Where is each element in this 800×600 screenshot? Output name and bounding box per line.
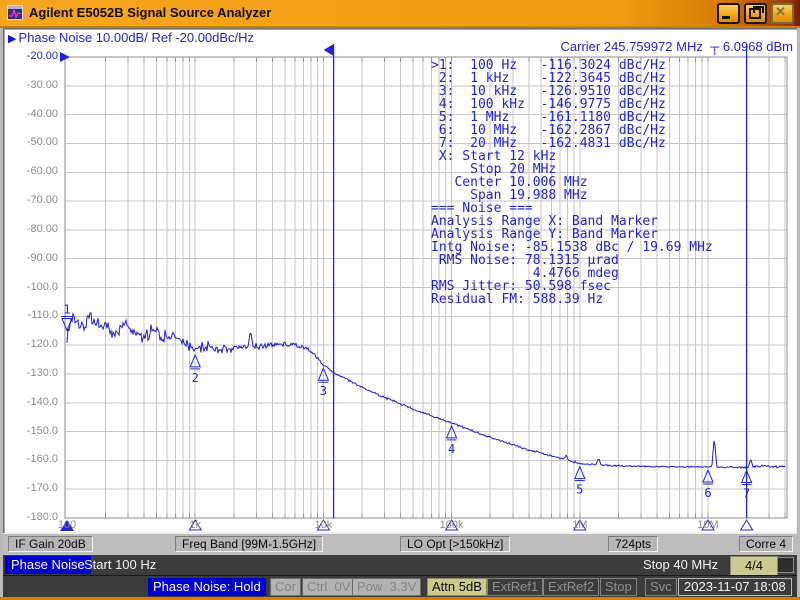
- svg-text:4: 4: [448, 442, 455, 456]
- y-tick-label: -90.00: [3, 252, 58, 264]
- y-tick-label: -70.00: [3, 194, 58, 206]
- x-tick-label: 10k: [301, 519, 345, 531]
- status-bar: Phase Noise: Hold Cor Ctrl 0V Pow 3.3V A…: [3, 575, 797, 598]
- close-button[interactable]: ✕: [771, 3, 794, 24]
- y-tick-label: -170.0: [3, 482, 58, 494]
- minimize-icon: [722, 16, 730, 19]
- display-screen: ▶Phase Noise 10.00dB/ Ref -20.00dBc/Hz C…: [3, 28, 797, 533]
- freq-band-field[interactable]: Freq Band [99M-1.5GHz]: [175, 536, 323, 552]
- page-indicator[interactable]: 4/4: [730, 556, 778, 576]
- y-tick-label: -130.0: [3, 367, 58, 379]
- svg-text:7: 7: [743, 487, 750, 501]
- x-tick-label: 100k: [430, 519, 474, 531]
- sweep-stop-label: Stop 40 MHz: [643, 557, 718, 572]
- y-tick-label: -50.00: [3, 136, 58, 148]
- datetime-display: 2023-11-07 18:08: [678, 578, 792, 596]
- pow-voltage-indicator: Pow 3.3V: [352, 578, 421, 596]
- app-icon: [7, 5, 23, 20]
- settings-bar: IF Gain 20dB Freq Band [99M-1.5GHz] LO O…: [3, 533, 797, 556]
- extref1-indicator: ExtRef1: [487, 578, 543, 596]
- svg-text:2: 2: [192, 371, 199, 385]
- svg-text:1: 1: [63, 303, 70, 317]
- sweep-start-label: Start 100 Hz: [84, 557, 156, 572]
- svg-text:6: 6: [704, 486, 711, 500]
- window-title: Agilent E5052B Signal Source Analyzer: [29, 5, 271, 20]
- x-tick-label: 10M: [686, 519, 730, 531]
- points-field[interactable]: 724pts: [608, 536, 658, 552]
- channel-bar: Phase Noise Start 100 Hz Stop 40 MHz 4/4: [3, 555, 797, 575]
- y-tick-label: -150.0: [3, 425, 58, 437]
- restore-button[interactable]: [744, 3, 767, 24]
- close-icon: ✕: [773, 5, 788, 18]
- cor-indicator: Cor: [270, 578, 301, 596]
- app-window: Agilent E5052B Signal Source Analyzer ✕ …: [0, 0, 800, 600]
- y-tick-label: -40.00: [3, 108, 58, 120]
- ctrl-voltage-indicator: Ctrl 0V: [302, 578, 355, 596]
- y-tick-label: -20.00: [3, 50, 58, 62]
- x-tick-label: 1k: [173, 519, 217, 531]
- minimize-button[interactable]: [717, 3, 740, 24]
- y-tick-label: -80.00: [3, 223, 58, 235]
- extref2-indicator: ExtRef2: [543, 578, 599, 596]
- marker-readout: >1: 100 Hz -116.3024 dBc/Hz 2: 1 kHz -12…: [431, 59, 713, 306]
- correlation-field[interactable]: Corre 4: [739, 536, 793, 552]
- restore-icon: [749, 8, 761, 19]
- lo-opt-field[interactable]: LO Opt [>150kHz]: [400, 536, 510, 552]
- y-tick-label: -30.00: [3, 79, 58, 91]
- channel-corner-box: [777, 557, 794, 573]
- x-tick-label: 100: [45, 519, 89, 531]
- y-tick-label: -160.0: [3, 453, 58, 465]
- if-gain-field[interactable]: IF Gain 20dB: [8, 536, 93, 552]
- y-tick-label: -120.0: [3, 338, 58, 350]
- y-tick-label: -140.0: [3, 396, 58, 408]
- svc-indicator: Svc: [645, 578, 677, 596]
- stop-indicator: Stop: [600, 578, 637, 596]
- svg-text:5: 5: [576, 483, 583, 497]
- y-tick-label: -60.00: [3, 165, 58, 177]
- measurement-tab-phase-noise[interactable]: Phase Noise: [5, 556, 91, 574]
- axis-marker-triangles: [60, 520, 753, 531]
- svg-text:3: 3: [320, 384, 327, 398]
- x-tick-label: 1M: [558, 519, 602, 531]
- attn-indicator: Attn 5dB: [427, 578, 487, 596]
- measurement-status: Phase Noise: Hold: [148, 578, 266, 596]
- y-tick-label: -110.0: [3, 309, 58, 321]
- phase-noise-trace: [67, 313, 785, 468]
- y-tick-label: -100.0: [3, 281, 58, 293]
- titlebar[interactable]: Agilent E5052B Signal Source Analyzer ✕: [0, 0, 800, 28]
